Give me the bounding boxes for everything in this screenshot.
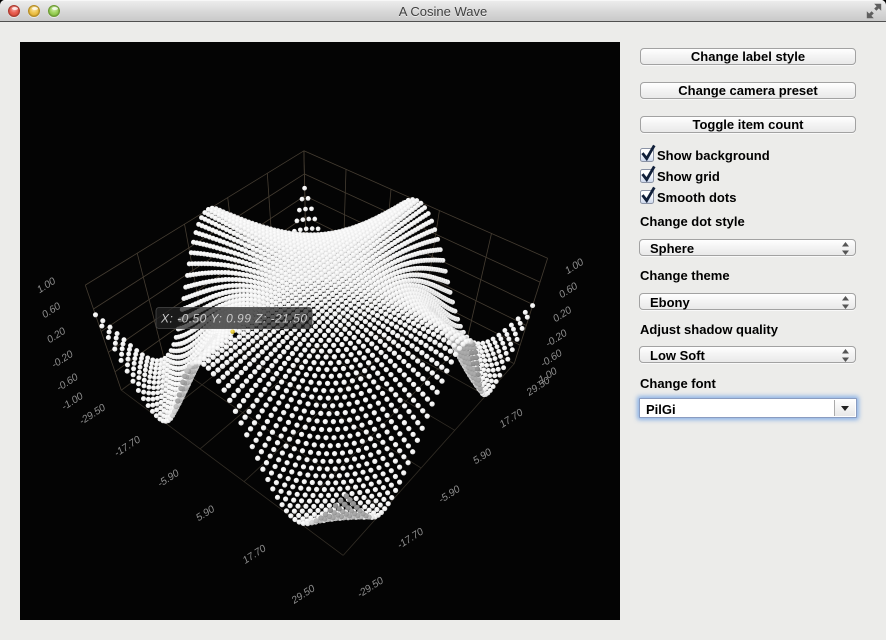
svg-text:-1.00: -1.00 — [60, 391, 86, 413]
svg-text:0.60: 0.60 — [557, 281, 580, 301]
svg-text:-29.50: -29.50 — [356, 575, 386, 600]
svg-text:-29.50: -29.50 — [78, 402, 108, 427]
svg-text:-5.90: -5.90 — [437, 484, 463, 506]
svg-text:-0.20: -0.20 — [544, 328, 570, 350]
svg-text:-17.70: -17.70 — [396, 526, 426, 551]
svg-text:0.60: 0.60 — [40, 301, 63, 321]
svg-text:-17.70: -17.70 — [113, 434, 143, 459]
svg-text:17.70: 17.70 — [241, 543, 269, 566]
svg-text:-5.90: -5.90 — [156, 468, 182, 490]
svg-text:-0.20: -0.20 — [50, 349, 76, 371]
svg-text:29.50: 29.50 — [289, 583, 317, 607]
svg-text:0.20: 0.20 — [45, 326, 68, 346]
svg-text:1.00: 1.00 — [563, 257, 586, 277]
svg-text:5.90: 5.90 — [194, 504, 217, 524]
svg-text:5.90: 5.90 — [471, 447, 494, 467]
svg-text:X: -0.50 Y: 0.99 Z: -21.50: X: -0.50 Y: 0.99 Z: -21.50 — [160, 312, 307, 326]
svg-text:1.00: 1.00 — [35, 276, 58, 296]
svg-text:17.70: 17.70 — [498, 407, 526, 430]
svg-text:-0.60: -0.60 — [55, 372, 81, 394]
svg-text:0.20: 0.20 — [551, 305, 574, 325]
